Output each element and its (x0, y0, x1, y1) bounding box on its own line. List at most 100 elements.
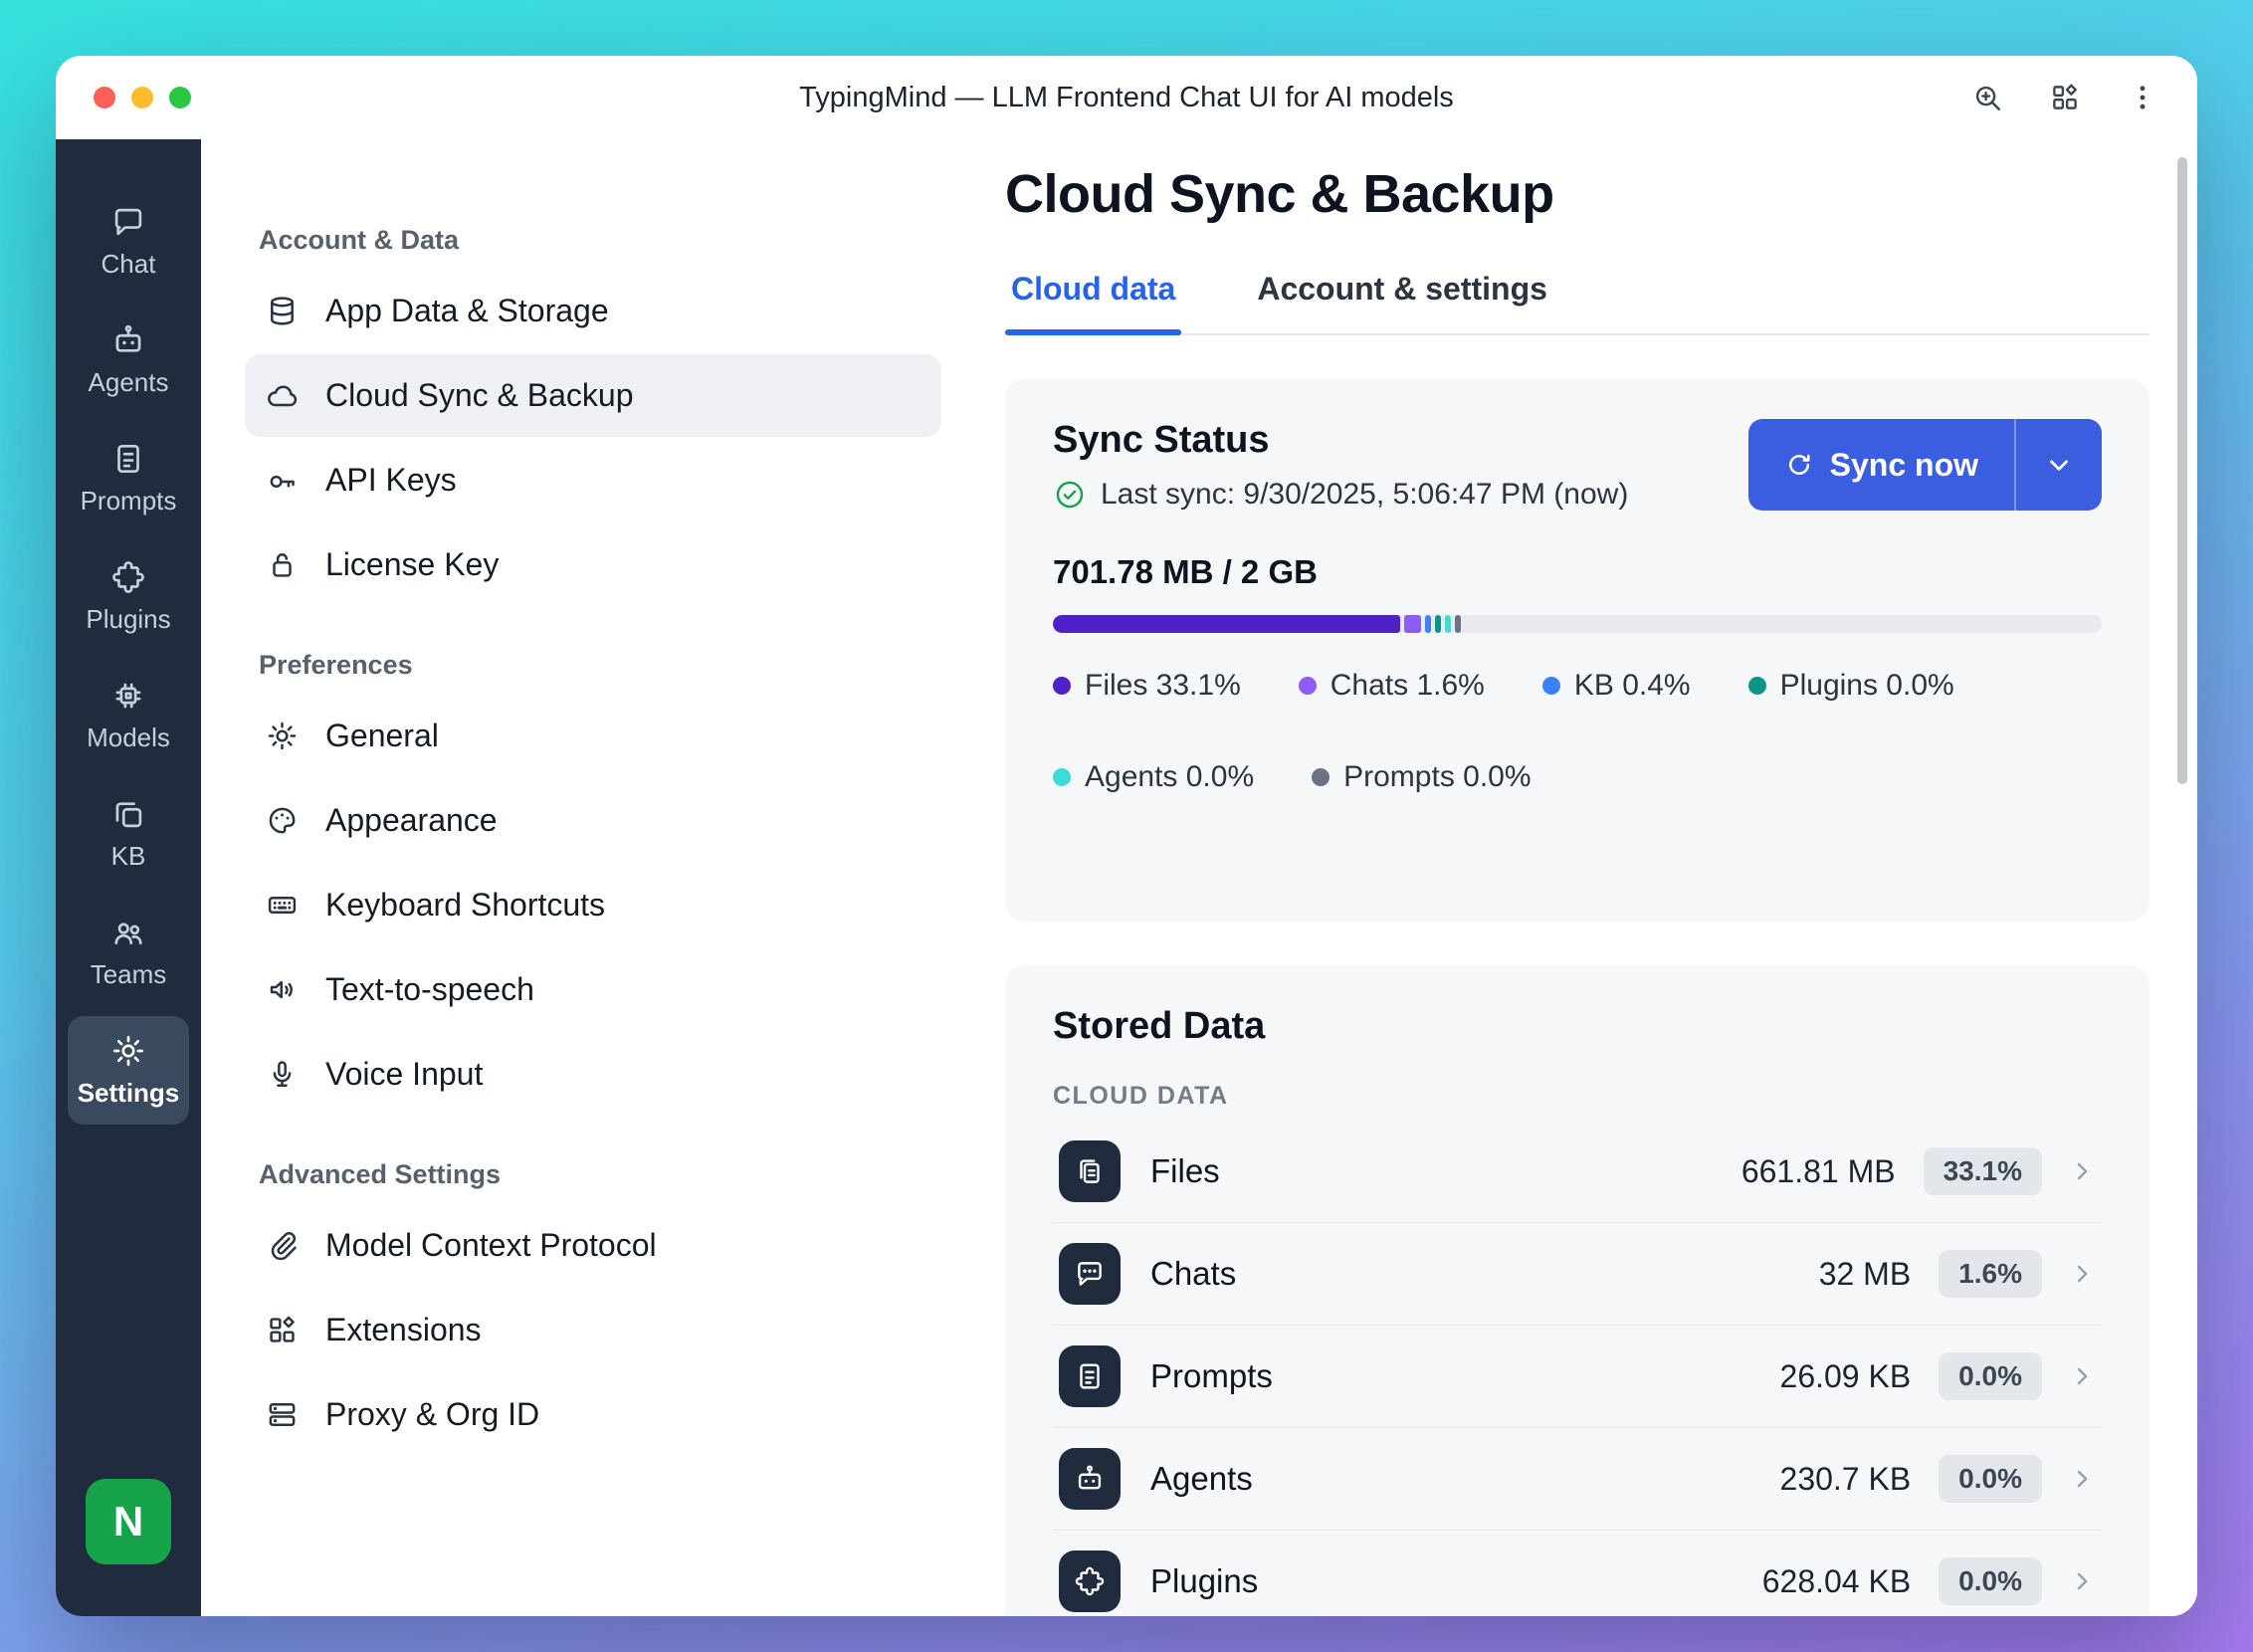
chevron-right-icon (2068, 1465, 2096, 1493)
sidebar-item-label: License Key (325, 546, 499, 583)
nav-item-kb[interactable]: KB (68, 779, 189, 888)
kb-icon (109, 795, 147, 833)
stored-row-agents[interactable]: Agents 230.7 KB 0.0% (1053, 1428, 2102, 1531)
page-title: Cloud Sync & Backup (1005, 163, 2150, 225)
legend-label: KB 0.4% (1574, 669, 1691, 703)
refresh-icon (1784, 450, 1814, 480)
sidebar-item-appearance[interactable]: Appearance (245, 779, 941, 862)
sidebar-item-label: Text-to-speech (325, 971, 534, 1008)
agents-icon (109, 321, 147, 359)
prompts-icon (1059, 1345, 1121, 1407)
sidebar-item-keyboard-shortcuts[interactable]: Keyboard Shortcuts (245, 864, 941, 946)
legend-dot (1312, 768, 1330, 786)
row-size: 26.09 KB (1780, 1358, 1912, 1395)
nav-item-chat[interactable]: Chat (68, 187, 189, 296)
fullscreen-window-button[interactable] (169, 87, 191, 108)
chevron-right-icon (2068, 1157, 2096, 1185)
plugins-icon (109, 558, 147, 596)
sidebar-item-app-data-storage[interactable]: App Data & Storage (245, 270, 941, 352)
traffic-lights (94, 87, 191, 108)
legend-dot (1748, 677, 1766, 695)
browser-extensions-icon[interactable] (2048, 81, 2082, 114)
chevron-down-icon (2044, 450, 2074, 480)
close-window-button[interactable] (94, 87, 115, 108)
legend-dot (1053, 677, 1071, 695)
nav-item-teams[interactable]: Teams (68, 898, 189, 1006)
sync-options-button[interactable] (2014, 419, 2102, 511)
legend-item-agents: Agents 0.0% (1053, 760, 1254, 794)
sidebar-item-api-keys[interactable]: API Keys (245, 439, 941, 521)
titlebar: TypingMind — LLM Frontend Chat UI for AI… (56, 56, 2197, 139)
row-label: Chats (1150, 1255, 1236, 1293)
nav-label: Teams (91, 959, 167, 990)
lock-icon (265, 547, 300, 582)
sidebar-item-label: General (325, 718, 439, 754)
stored-row-files[interactable]: Files 661.81 MB 33.1% (1053, 1121, 2102, 1223)
gear-icon (265, 719, 300, 753)
sidebar-item-general[interactable]: General (245, 695, 941, 777)
chevron-right-icon (2068, 1362, 2096, 1390)
settings-sidebar: Account & Data App Data & Storage Cloud … (201, 139, 957, 1616)
sidebar-item-text-to-speech[interactable]: Text-to-speech (245, 948, 941, 1031)
stored-row-prompts[interactable]: Prompts 26.09 KB 0.0% (1053, 1326, 2102, 1428)
row-size: 32 MB (1819, 1256, 1911, 1293)
nav-item-prompts[interactable]: Prompts (68, 424, 189, 532)
minimize-window-button[interactable] (131, 87, 153, 108)
cloud-data-group-header: CLOUD DATA (1053, 1082, 2102, 1111)
microphone-icon (265, 1057, 300, 1092)
nav-label: Agents (89, 367, 169, 398)
overflow-menu-icon[interactable] (2126, 81, 2159, 114)
nav-item-plugins[interactable]: Plugins (68, 542, 189, 651)
key-icon (265, 463, 300, 498)
gear-icon (109, 1032, 147, 1070)
row-size: 628.04 KB (1762, 1563, 1911, 1600)
prompts-icon (109, 440, 147, 478)
sync-now-label: Sync now (1830, 447, 1978, 484)
models-icon (109, 677, 147, 715)
stored-row-chats[interactable]: Chats 32 MB 1.6% (1053, 1223, 2102, 1326)
stored-data-title: Stored Data (1053, 1005, 2102, 1048)
sync-progress-bar (1053, 615, 2102, 633)
user-avatar[interactable]: N (86, 1479, 171, 1564)
stored-row-plugins[interactable]: Plugins 628.04 KB 0.0% (1053, 1531, 2102, 1616)
last-sync-text: Last sync: 9/30/2025, 5:06:47 PM (now) (1101, 478, 1628, 512)
sidebar-item-label: API Keys (325, 462, 457, 499)
vertical-scrollbar[interactable] (2177, 157, 2187, 784)
files-icon (1059, 1140, 1121, 1202)
legend-item-kb: KB 0.4% (1542, 669, 1691, 703)
section-header-advanced-settings: Advanced Settings (259, 1159, 941, 1190)
nav-label: KB (111, 841, 146, 872)
sync-now-button[interactable]: Sync now (1748, 419, 2014, 511)
nav-label: Models (87, 723, 170, 753)
nav-item-agents[interactable]: Agents (68, 306, 189, 414)
chevron-right-icon (2068, 1260, 2096, 1288)
sidebar-item-label: Appearance (325, 802, 498, 839)
sync-status-card: Sync Status Last sync: 9/30/2025, 5:06:4… (1005, 379, 2150, 922)
sidebar-item-extensions[interactable]: Extensions (245, 1289, 941, 1371)
plugins-icon (1059, 1550, 1121, 1612)
row-percent-badge: 1.6% (1939, 1250, 2042, 1298)
sidebar-item-model-context-protocol[interactable]: Model Context Protocol (245, 1204, 941, 1287)
cloud-icon (265, 378, 300, 413)
nav-item-settings[interactable]: Settings (68, 1016, 189, 1125)
chats-icon (1059, 1243, 1121, 1305)
app-window: TypingMind — LLM Frontend Chat UI for AI… (56, 56, 2197, 1616)
nav-item-models[interactable]: Models (68, 661, 189, 769)
legend-dot (1053, 768, 1071, 786)
page-zoom-icon[interactable] (1970, 81, 2004, 114)
tab-cloud-data[interactable]: Cloud data (1005, 271, 1181, 333)
sidebar-item-license-key[interactable]: License Key (245, 523, 941, 606)
stored-data-rows: Files 661.81 MB 33.1% Chats 32 MB 1.6% (1053, 1121, 2102, 1616)
row-label: Prompts (1150, 1357, 1273, 1395)
sidebar-item-label: Model Context Protocol (325, 1227, 657, 1264)
tab-account-settings[interactable]: Account & settings (1251, 271, 1553, 333)
legend-dot (1542, 677, 1560, 695)
legend-label: Agents 0.0% (1085, 760, 1254, 794)
sidebar-item-proxy-org-id[interactable]: Proxy & Org ID (245, 1373, 941, 1456)
tabs: Cloud data Account & settings (1005, 271, 2150, 335)
row-percent-badge: 0.0% (1939, 1557, 2042, 1605)
sidebar-item-cloud-sync-backup[interactable]: Cloud Sync & Backup (245, 354, 941, 437)
sidebar-item-label: Proxy & Org ID (325, 1396, 539, 1433)
sidebar-item-voice-input[interactable]: Voice Input (245, 1033, 941, 1116)
storage-legend: Files 33.1% Chats 1.6% KB 0.4% Plugins 0… (1053, 669, 2102, 882)
